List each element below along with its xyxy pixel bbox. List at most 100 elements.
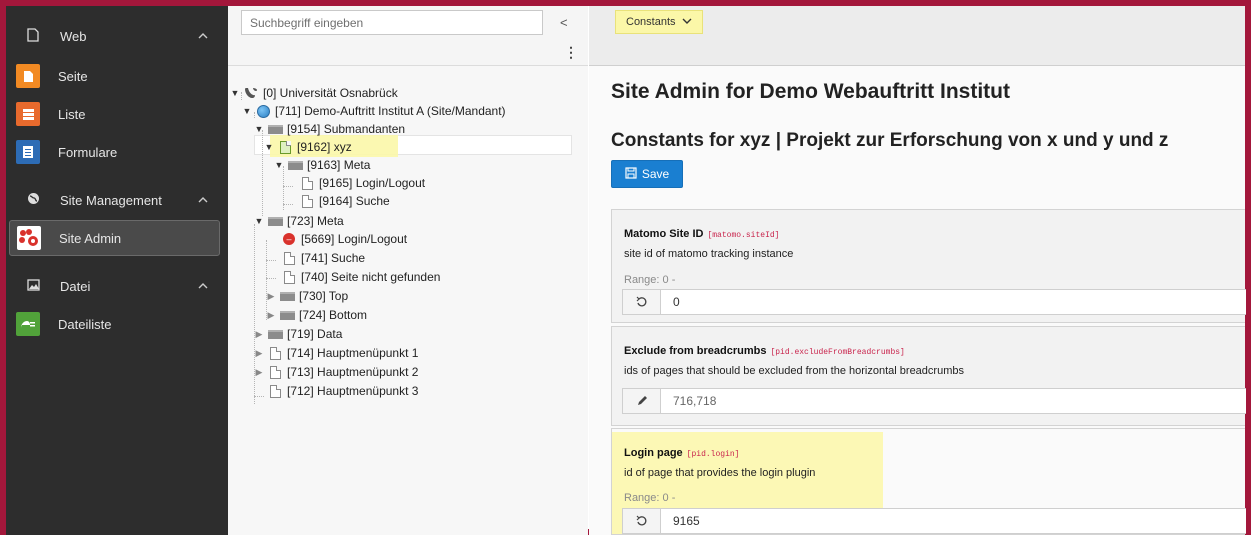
save-label: Save [641, 167, 670, 181]
reset-icon[interactable] [623, 509, 661, 533]
expanded-arrow-icon[interactable]: ▼ [254, 216, 264, 226]
filelist-module-icon [16, 312, 40, 336]
tree-node[interactable]: [740] Seite nicht gefunden [278, 268, 440, 286]
module-item-site-admin[interactable]: Site Admin [9, 220, 220, 256]
tree-node-label: [9164] Suche [319, 194, 390, 208]
group-web[interactable]: Web [6, 18, 228, 54]
main-content: Site Admin for Demo Webauftritt Institut… [589, 66, 1246, 535]
field-value[interactable]: 716,718 [673, 394, 716, 408]
tree-node-label: [740] Seite nicht gefunden [301, 270, 441, 284]
doc-header: Constants [589, 6, 1245, 66]
tree-node-label: [714] Hauptmenüpunkt 1 [287, 346, 419, 360]
collapse-tree-icon[interactable]: < [560, 15, 568, 30]
field-key: [pid.login] [686, 450, 740, 459]
tree-node[interactable]: ▼ [711] Demo-Auftritt Institut A (Site/M… [242, 102, 506, 120]
constants-dropdown[interactable]: Constants [615, 10, 703, 34]
reset-icon[interactable] [623, 290, 661, 314]
module-item-seite[interactable]: Seite [9, 58, 220, 94]
tree-node-label: [0] Universität Osnabrück [263, 86, 398, 100]
tree-node[interactable]: ▶ [724] Bottom [266, 306, 368, 324]
tree-node[interactable]: [9164] Suche [296, 192, 390, 210]
tree-connector [283, 186, 293, 187]
chevron-up-icon[interactable] [196, 30, 210, 42]
group-datei[interactable]: Datei [6, 268, 228, 304]
folder-icon [267, 214, 283, 228]
module-menu: Web Seite Liste Formulare Site Managemen… [6, 6, 228, 535]
collapsed-arrow-icon[interactable]: ▶ [254, 348, 264, 359]
module-label: Seite [58, 68, 88, 84]
tree-node[interactable]: ▼ [9163] Meta [274, 156, 371, 174]
tree-search-input[interactable] [241, 10, 543, 35]
folder-icon [287, 158, 303, 172]
page-icon [267, 365, 283, 379]
image-icon [26, 278, 40, 294]
module-item-dateiliste[interactable]: Dateiliste [9, 306, 220, 342]
collapsed-arrow-icon[interactable]: ▶ [266, 310, 276, 321]
tree-connector [266, 278, 276, 279]
constant-field-exclude-breadcrumbs: Exclude from breadcrumbs [pid.excludeFrom… [611, 326, 1246, 426]
chevron-up-icon[interactable] [196, 194, 210, 206]
save-button[interactable]: Save [611, 160, 683, 188]
field-description: id of page that provides the login plugi… [624, 467, 816, 479]
field-description: site id of matomo tracking instance [624, 248, 794, 260]
site-admin-icon [17, 226, 41, 250]
tree-node[interactable]: ▶ [713] Hauptmenüpunkt 2 [254, 363, 419, 381]
group-label: Datei [60, 278, 91, 294]
field-value[interactable]: 0 [673, 295, 680, 309]
more-options-icon[interactable]: ⋮ [564, 44, 578, 61]
expanded-arrow-icon[interactable]: ▼ [254, 124, 264, 134]
module-label: Formulare [58, 144, 118, 160]
tree-node-label: [719] Data [287, 327, 343, 341]
tree-node-selected[interactable]: ▼ [9162] xyz [264, 138, 352, 156]
field-range: Range: 0 - [624, 492, 676, 504]
field-title-text: Exclude from breadcrumbs [624, 345, 767, 357]
tree-node-label: [741] Suche [301, 251, 366, 265]
globe-icon [255, 104, 271, 118]
tree-node[interactable]: ▼ [9154] Submandanten [254, 120, 406, 138]
module-item-liste[interactable]: Liste [9, 96, 220, 132]
field-title: Exclude from breadcrumbs [pid.excludeFrom… [624, 345, 905, 357]
form-module-icon [16, 140, 40, 164]
group-site-management[interactable]: Site Management [6, 182, 228, 218]
tree-node[interactable]: ▶ [719] Data [254, 325, 343, 343]
collapsed-arrow-icon[interactable]: ▶ [254, 329, 264, 340]
chevron-up-icon[interactable] [196, 280, 210, 292]
tree-node[interactable]: ▼ [723] Meta [254, 212, 344, 230]
page-icon [299, 176, 315, 190]
restricted-page-icon: – [281, 232, 297, 246]
field-value[interactable]: 9165 [673, 514, 700, 528]
globe-icon [26, 192, 40, 208]
expanded-arrow-icon[interactable]: ▼ [264, 142, 274, 152]
expanded-arrow-icon[interactable]: ▼ [274, 160, 284, 170]
page-icon [267, 384, 283, 398]
module-label: Site Admin [59, 230, 122, 246]
tree-node[interactable]: ▼ [0] Universität Osnabrück [230, 84, 398, 102]
tree-node[interactable]: [9165] Login/Logout [296, 174, 425, 192]
dropdown-label: Constants [626, 16, 676, 28]
pencil-icon[interactable] [623, 389, 661, 413]
module-item-formulare[interactable]: Formulare [9, 134, 220, 170]
expanded-arrow-icon[interactable]: ▼ [230, 88, 240, 98]
chevron-down-icon [682, 16, 692, 28]
tree-node-label: [5669] Login/Logout [301, 232, 408, 246]
tree-node-label: [9163] Meta [307, 158, 371, 172]
tree-node[interactable]: [741] Suche [278, 249, 365, 267]
tree-node[interactable]: – [5669] Login/Logout [278, 230, 407, 248]
tree-node-label: [712] Hauptmenüpunkt 3 [287, 384, 419, 398]
field-key: [matomo.siteId] [707, 231, 780, 240]
folder-icon [279, 308, 295, 322]
list-module-icon [16, 102, 40, 126]
tree-node[interactable]: [712] Hauptmenüpunkt 3 [264, 382, 418, 400]
tree-node[interactable]: ▶ [730] Top [266, 287, 349, 305]
collapsed-arrow-icon[interactable]: ▶ [266, 291, 276, 302]
expanded-arrow-icon[interactable]: ▼ [242, 106, 252, 116]
field-input-row: 716,718 [622, 388, 1246, 414]
page-icon [281, 251, 297, 265]
page-title: Site Admin for Demo Webauftritt Institut [611, 80, 1010, 103]
tree-node-label: [713] Hauptmenüpunkt 2 [287, 365, 419, 379]
collapsed-arrow-icon[interactable]: ▶ [254, 367, 264, 378]
field-title-text: Login page [624, 447, 683, 459]
tree-connector [254, 396, 264, 397]
tree-node[interactable]: ▶ [714] Hauptmenüpunkt 1 [254, 344, 419, 362]
tree-connector [266, 260, 276, 261]
